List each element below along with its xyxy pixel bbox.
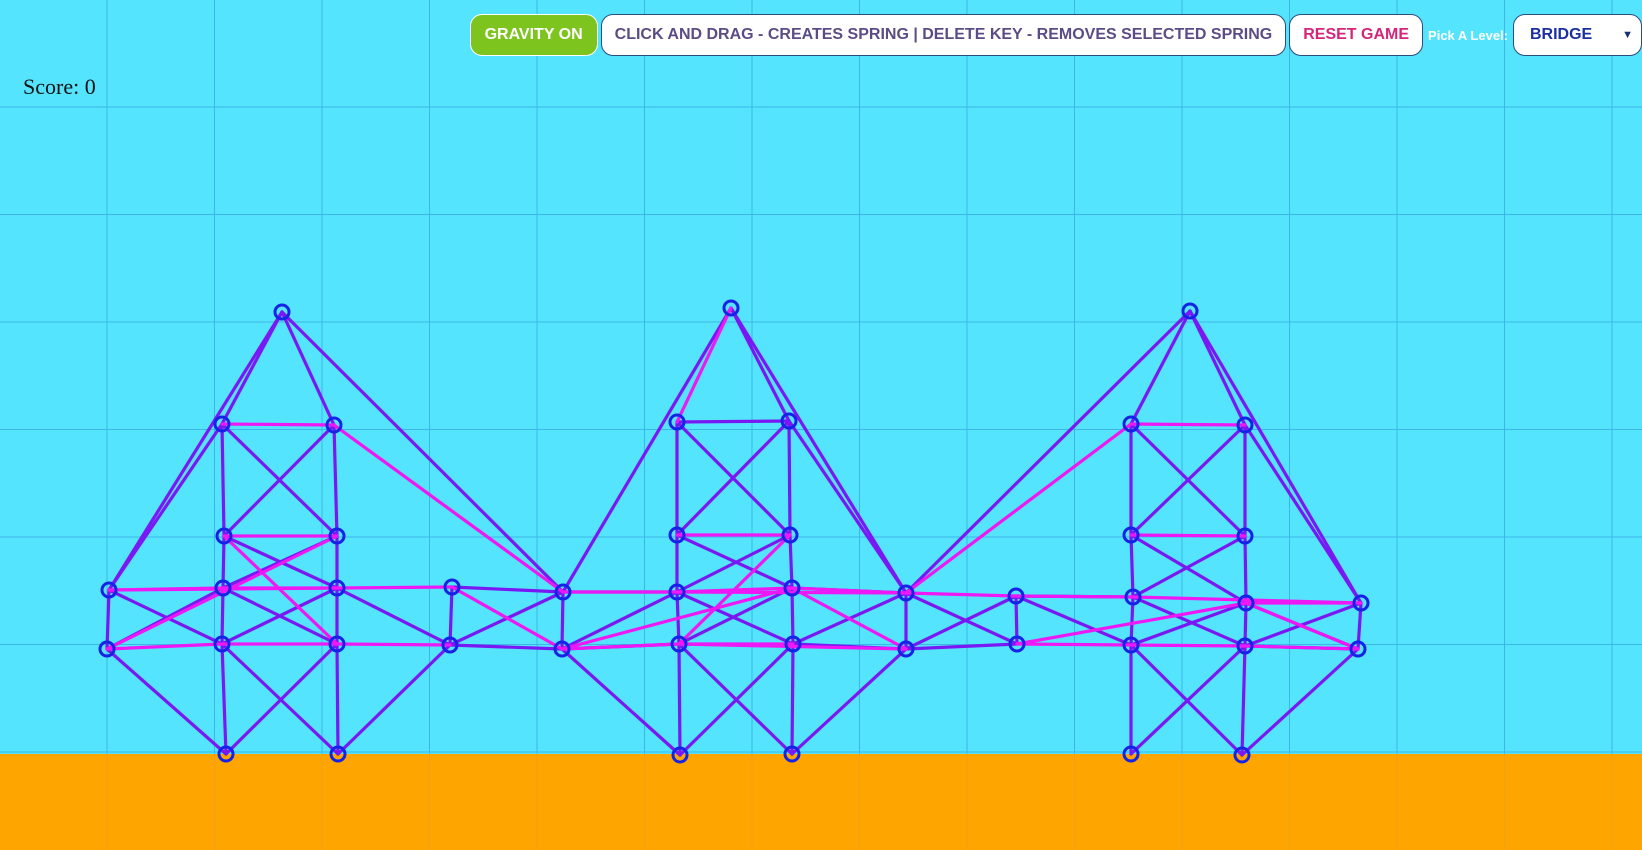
- spring[interactable]: [448, 585, 454, 647]
- level-select[interactable]: BRIDGE ▼: [1513, 14, 1642, 56]
- selected-spring[interactable]: [1129, 533, 1247, 538]
- spring[interactable]: [787, 419, 792, 537]
- top-toolbar: GRAVITY ON CLICK AND DRAG - CREATES SPRI…: [469, 14, 1642, 56]
- selected-spring[interactable]: [220, 422, 336, 427]
- selected-spring[interactable]: [1129, 422, 1247, 427]
- selected-spring[interactable]: [1015, 642, 1133, 647]
- selected-spring[interactable]: [675, 590, 908, 595]
- spring[interactable]: [220, 422, 226, 538]
- selected-spring[interactable]: [1014, 594, 1135, 599]
- pick-level-label: Pick A Level:: [1428, 27, 1508, 43]
- spring[interactable]: [1129, 533, 1135, 599]
- reset-game-button[interactable]: RESET GAME: [1289, 14, 1424, 56]
- selected-spring[interactable]: [335, 585, 454, 590]
- spring[interactable]: [675, 419, 791, 424]
- selected-spring[interactable]: [1129, 643, 1247, 648]
- instructions-button[interactable]: CLICK AND DRAG - CREATES SPRING | DELETE…: [600, 14, 1287, 56]
- game-canvas[interactable]: [0, 0, 1642, 850]
- spring[interactable]: [560, 590, 565, 651]
- spring[interactable]: [677, 642, 682, 757]
- spring[interactable]: [1243, 534, 1248, 605]
- spring[interactable]: [790, 642, 795, 756]
- ground: [0, 754, 1642, 850]
- spring[interactable]: [105, 588, 111, 651]
- chevron-down-icon: ▼: [1622, 29, 1633, 41]
- score-display: Score: 0: [23, 74, 96, 99]
- gravity-toggle-button[interactable]: GRAVITY ON: [469, 14, 598, 56]
- spring[interactable]: [335, 642, 340, 756]
- selected-spring[interactable]: [335, 642, 452, 647]
- level-select-value: BRIDGE: [1530, 26, 1593, 43]
